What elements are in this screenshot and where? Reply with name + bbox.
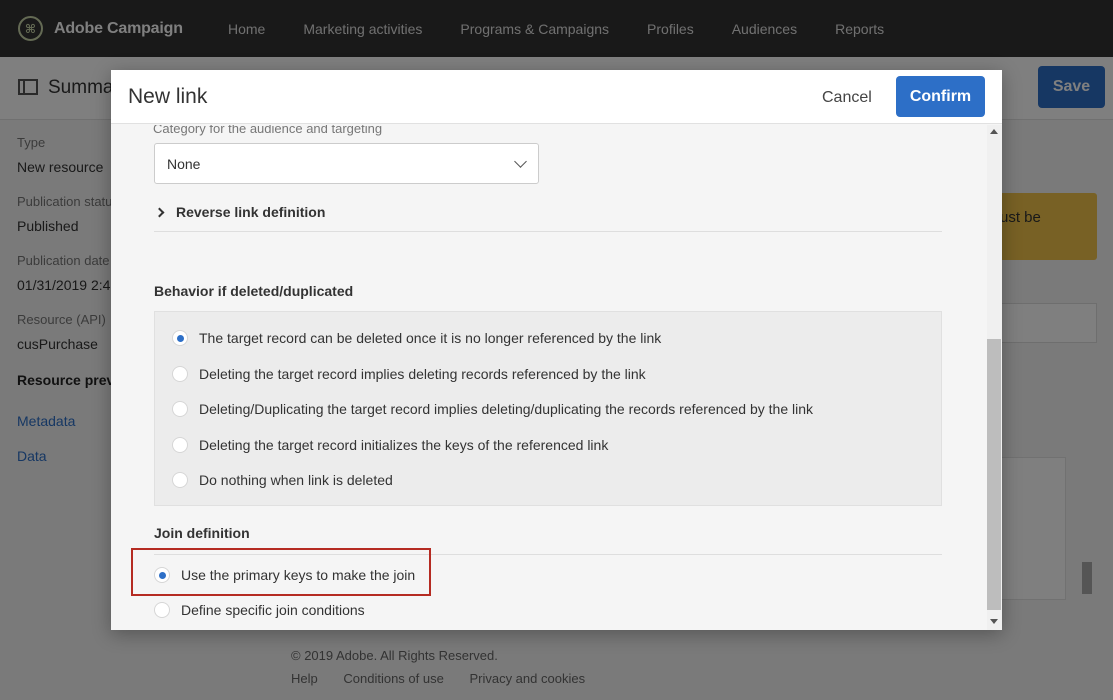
behavior-option-label: Deleting/Duplicating the target record i…: [199, 401, 814, 417]
highlight-box: [131, 548, 431, 596]
dialog-scrollbar[interactable]: [987, 125, 1002, 630]
radio-icon[interactable]: [172, 437, 188, 453]
category-label: Category for the audience and targeting: [153, 125, 383, 136]
divider: [154, 231, 942, 232]
behavior-option-label: Do nothing when link is deleted: [199, 472, 393, 488]
scroll-down-icon[interactable]: [990, 619, 998, 624]
category-select-value: None: [167, 156, 201, 172]
radio-icon[interactable]: [172, 472, 188, 488]
behavior-option-label: Deleting the target record implies delet…: [199, 366, 646, 382]
behavior-option[interactable]: Do nothing when link is deleted: [172, 472, 393, 488]
dialog-header: New link Cancel Confirm: [111, 70, 1002, 124]
confirm-button[interactable]: Confirm: [896, 76, 985, 117]
radio-icon[interactable]: [172, 366, 188, 382]
radio-selected-icon[interactable]: [172, 330, 188, 346]
category-select[interactable]: None: [154, 143, 539, 184]
chevron-right-icon: [154, 207, 165, 217]
join-option[interactable]: Define specific join conditions: [154, 602, 365, 618]
behavior-option[interactable]: Deleting the target record implies delet…: [172, 366, 646, 382]
join-section-title: Join definition: [154, 525, 250, 541]
join-option-label: Define specific join conditions: [181, 602, 365, 618]
dialog-body: Category for the audience and targeting …: [111, 125, 986, 630]
behavior-option-label: The target record can be deleted once it…: [199, 330, 662, 346]
behavior-option[interactable]: The target record can be deleted once it…: [172, 330, 661, 346]
scroll-up-icon[interactable]: [990, 129, 998, 134]
radio-icon[interactable]: [172, 401, 188, 417]
behavior-option-label: Deleting the target record initializes t…: [199, 437, 609, 453]
new-link-dialog: New link Cancel Confirm Category for the…: [111, 70, 1002, 630]
radio-icon[interactable]: [154, 602, 170, 618]
chevron-down-icon: [514, 155, 527, 168]
behavior-section-title: Behavior if deleted/duplicated: [154, 283, 354, 299]
dialog-title: New link: [128, 85, 208, 108]
behavior-option[interactable]: Deleting the target record initializes t…: [172, 437, 608, 453]
cancel-button[interactable]: Cancel: [822, 89, 872, 107]
reverse-link-label: Reverse link definition: [176, 204, 326, 220]
reverse-link-toggle[interactable]: Reverse link definition: [154, 204, 325, 220]
behavior-option[interactable]: Deleting/Duplicating the target record i…: [172, 401, 813, 417]
scrollbar-thumb[interactable]: [987, 339, 1001, 610]
behavior-radio-group: The target record can be deleted once it…: [154, 311, 942, 506]
